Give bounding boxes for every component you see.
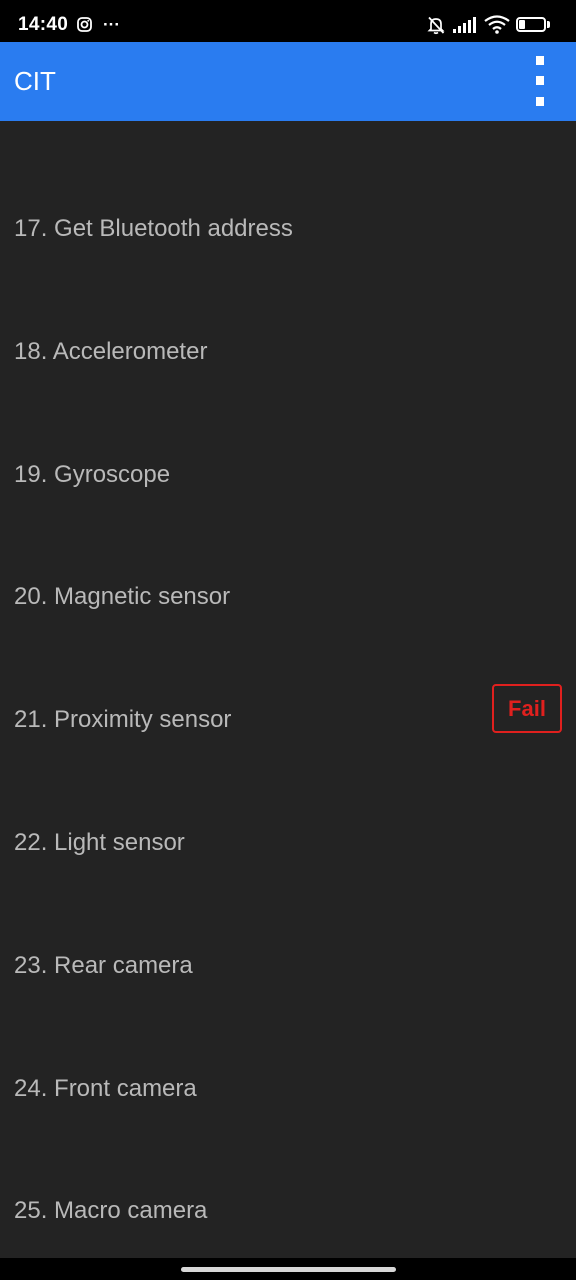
home-indicator[interactable] (181, 1267, 396, 1272)
list-item[interactable]: 20. Magnetic sensor (0, 489, 576, 611)
list-item-label: 18. Accelerometer (14, 337, 208, 365)
menu-dot (536, 97, 544, 106)
status-time: 14:40 (18, 14, 69, 35)
list-item[interactable]: 22. Light sensor (0, 735, 576, 857)
fail-status-badge: Fail (492, 684, 562, 734)
list-item-label: 22. Light sensor (14, 829, 185, 856)
list-item[interactable]: 19. Gyroscope (0, 367, 576, 489)
app-title: CIT (14, 66, 56, 96)
list-item[interactable]: 25. Macro camera (0, 1103, 576, 1225)
list-item-label: 24. Front camera (14, 1074, 197, 1102)
list-item-label: 19. Gyroscope (14, 460, 171, 488)
wifi-icon (484, 15, 510, 39)
instagram-icon (77, 17, 92, 37)
list-item-label: 21. Proximity sensor (14, 706, 232, 734)
list-item[interactable]: 21. Proximity sensor Fail (0, 612, 576, 734)
list-item[interactable]: 23. Rear camera (0, 858, 576, 980)
battery-percent: 23 (524, 18, 538, 30)
battery-tip (547, 21, 550, 28)
more-dots-icon: ··· (103, 15, 120, 34)
overflow-menu-button[interactable] (520, 50, 560, 112)
list-item[interactable]: 24. Front camera (0, 981, 576, 1103)
navigation-bar (0, 1258, 576, 1280)
menu-dot (536, 56, 544, 65)
test-list: 17. Get Bluetooth address 18. Acceleromet… (0, 121, 576, 1258)
app-bar: CIT (0, 42, 576, 121)
list-item[interactable]: 17. Get Bluetooth address (0, 121, 576, 243)
signal-icon (452, 16, 478, 39)
status-bar: 14:40 ··· 23 (0, 0, 576, 42)
list-item-label: 23. Rear camera (14, 951, 193, 979)
list-item-label: 25. Macro camera (14, 1197, 208, 1225)
mute-icon (426, 15, 446, 40)
battery-icon: 23 (516, 17, 546, 32)
list-item-label: 20. Magnetic sensor (14, 583, 231, 611)
menu-dot (536, 76, 544, 85)
list-item[interactable]: 18. Accelerometer (0, 244, 576, 366)
list-item-label: 17. Get Bluetooth address (14, 215, 293, 242)
